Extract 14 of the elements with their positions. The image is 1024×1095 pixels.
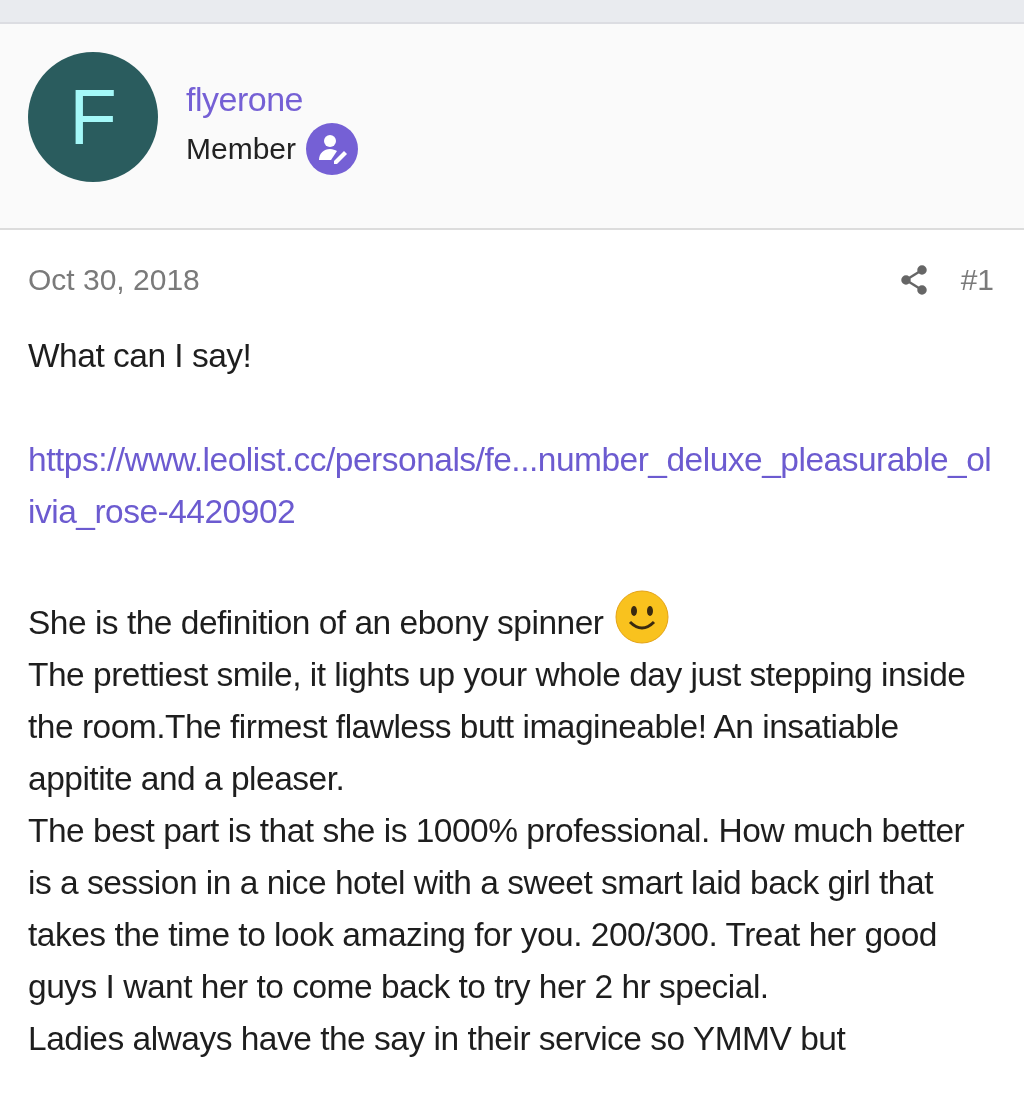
user-badge-icon — [306, 123, 359, 175]
listing-link[interactable]: https://www.leolist.cc/personals/fe...number_deluxe_pleasurable_olivia_rose-4420902 — [28, 434, 994, 538]
post-number-link[interactable]: #1 — [960, 263, 994, 297]
share-icon[interactable] — [900, 265, 927, 295]
smiley-icon — [615, 590, 670, 644]
post-text: She is the definition of an ebony spinner — [28, 604, 604, 641]
post-text: What can I say! — [28, 336, 253, 376]
user-role: Member — [186, 132, 297, 166]
username-link[interactable]: flyerone — [186, 80, 359, 119]
avatar[interactable]: F — [28, 52, 158, 182]
post-text: The best part is that she is 1000% professional. How much better is a session in a nice hotel with a sweet smart laid back girl that takes the time to look amazing for you. 200/300. Treat her good guys I want her to come back to try her 2 hr special. — [28, 811, 966, 1007]
post-date: Oct 30, 2018 — [28, 263, 201, 297]
post-text: The prettiest smile, it lights up your whole day just stepping inside the room.The firmest flawless butt imagineable! An insatiable appitite and a pleaser. — [28, 655, 967, 799]
post-text: Ladies always have the say in their service so YMMV but — [28, 1019, 847, 1059]
